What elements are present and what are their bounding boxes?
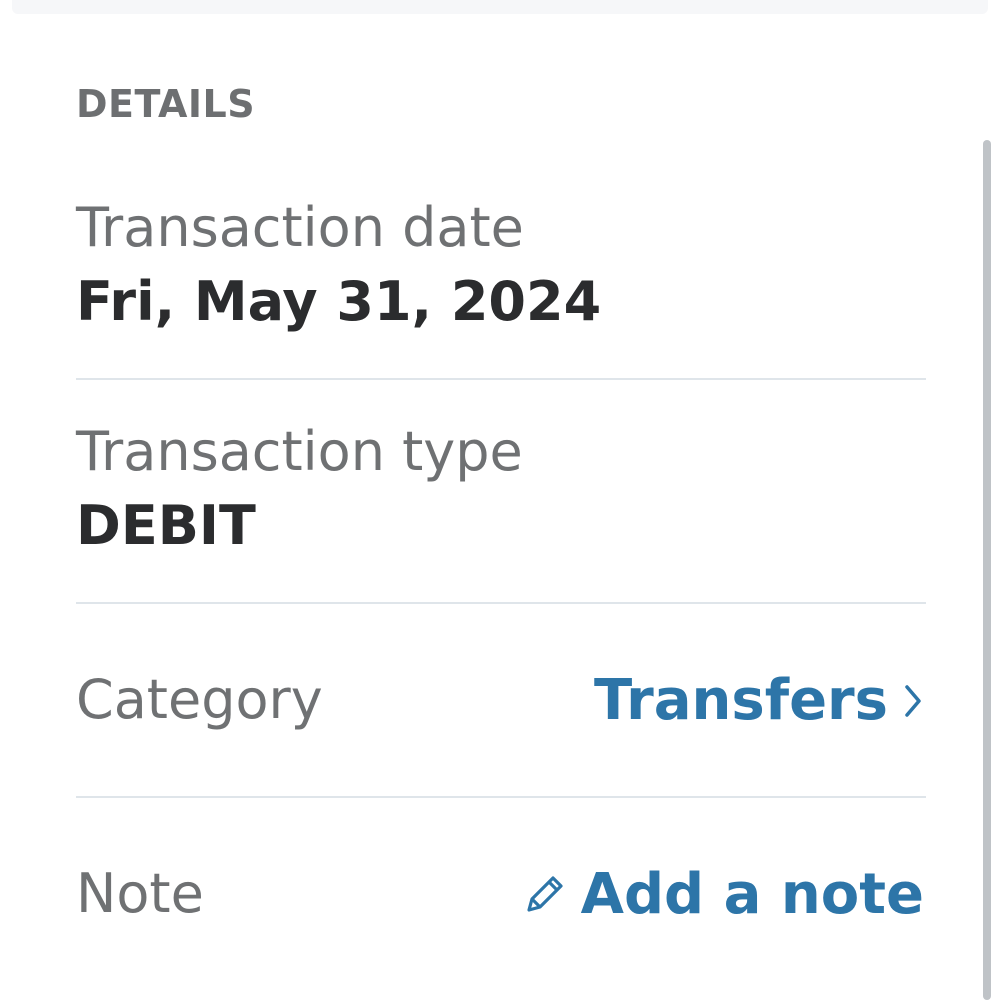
- transaction-type-label: Transaction type: [76, 420, 523, 483]
- add-note-label: Add a note: [580, 862, 924, 927]
- category-label: Category: [76, 668, 323, 731]
- transaction-type-value: DEBIT: [76, 494, 256, 557]
- add-note-button[interactable]: Add a note: [519, 862, 924, 927]
- top-bar: [12, 0, 988, 14]
- scrollbar[interactable]: [983, 140, 991, 1000]
- pencil-icon: [519, 870, 569, 920]
- divider: [76, 378, 926, 380]
- transaction-date-value: Fri, May 31, 2024: [76, 270, 602, 333]
- divider: [76, 602, 926, 604]
- transaction-details-panel: DETAILS Transaction date Fri, May 31, 20…: [0, 0, 1000, 1000]
- note-label: Note: [76, 862, 204, 925]
- category-value: Transfers: [594, 668, 888, 733]
- divider: [76, 796, 926, 798]
- chevron-right-icon: [902, 681, 924, 721]
- transaction-date-label: Transaction date: [76, 196, 524, 259]
- section-title: DETAILS: [76, 82, 256, 126]
- category-link[interactable]: Transfers: [594, 668, 924, 733]
